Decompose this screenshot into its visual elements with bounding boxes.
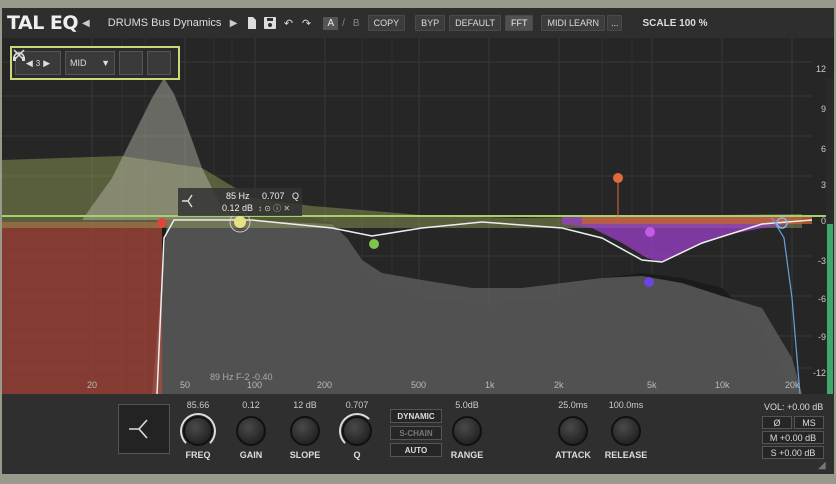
chevron-down-icon: ▼ bbox=[101, 58, 110, 68]
db-label: -6 bbox=[817, 294, 826, 304]
db-label: -3 bbox=[817, 256, 826, 266]
toolbar: TAL EQ ◀ DRUMS Bus Dynamics ▶ ↶ ↷ A / B … bbox=[2, 8, 834, 38]
filter-shape-icon bbox=[129, 419, 148, 439]
slope-label: SLOPE bbox=[289, 450, 321, 460]
slope-value: 12 dB bbox=[293, 400, 317, 410]
freq-label: 200 bbox=[317, 380, 333, 390]
fft-analysis-area bbox=[152, 220, 802, 394]
file-icon[interactable] bbox=[245, 16, 259, 30]
scale-selector[interactable]: SCALE 100 % bbox=[642, 18, 707, 29]
copy-button[interactable]: COPY bbox=[367, 15, 406, 31]
phase-invert-button[interactable]: Ø bbox=[762, 416, 792, 429]
band-node-yellow bbox=[234, 216, 246, 228]
freq-label: 20k bbox=[785, 380, 800, 390]
db-label: 6 bbox=[820, 144, 826, 154]
resize-handle-icon[interactable]: ◢ bbox=[818, 460, 826, 471]
output-meter-fill bbox=[827, 224, 833, 394]
tooltip-q-label: Q bbox=[292, 191, 300, 201]
undo-icon[interactable]: ↶ bbox=[281, 16, 295, 30]
output-volume[interactable]: VOL: +0.00 dB bbox=[764, 402, 823, 412]
plugin-frame: TAL EQ ◀ DRUMS Bus Dynamics ▶ ↶ ↷ A / B … bbox=[2, 8, 834, 474]
freq-label: 50 bbox=[180, 380, 191, 390]
save-icon[interactable] bbox=[263, 16, 277, 30]
db-label: 12 bbox=[815, 64, 826, 74]
band-tooltip: 85 Hz 0.707 Q 0.12 dB ↕ ⊙ ⓘ ✕ bbox=[178, 188, 302, 216]
attack-knob[interactable] bbox=[558, 416, 588, 446]
band-node-green bbox=[369, 239, 379, 249]
ab-toggle: A / B bbox=[323, 16, 364, 30]
release-knob[interactable] bbox=[611, 416, 641, 446]
freq-label: 20 bbox=[87, 380, 98, 390]
control-panel: 85.66 FREQ 0.12 GAIN 12 dB SLOPE 0.707 Q… bbox=[2, 394, 834, 474]
redo-icon[interactable]: ↷ bbox=[299, 16, 313, 30]
attack-value: 25.0ms bbox=[558, 400, 588, 410]
ab-divider: / bbox=[342, 17, 345, 29]
db-label: -12 bbox=[812, 368, 826, 378]
tooltip-freq: 85 Hz bbox=[226, 191, 250, 201]
freq-label: 5k bbox=[647, 380, 657, 390]
q-label: Q bbox=[353, 450, 361, 460]
range-value: 5.0dB bbox=[455, 400, 479, 410]
freq-value: 85.66 bbox=[186, 400, 210, 410]
ms-button[interactable]: MS bbox=[794, 416, 824, 429]
headphones-icon[interactable] bbox=[13, 51, 143, 75]
mid-gain[interactable]: M +0.00 dB bbox=[762, 431, 824, 444]
eq-graph bbox=[2, 38, 834, 394]
side-gain[interactable]: S +0.00 dB bbox=[762, 446, 824, 459]
sidechain-toggle[interactable]: S-CHAIN bbox=[390, 426, 442, 440]
default-button[interactable]: DEFAULT bbox=[449, 15, 501, 31]
freq-label: 500 bbox=[411, 380, 427, 390]
freq-label: 2k bbox=[554, 380, 564, 390]
fft-button[interactable]: FFT bbox=[504, 15, 534, 31]
band-node-blue bbox=[644, 277, 654, 287]
filter-type-selector[interactable] bbox=[118, 404, 170, 454]
attack-label: ATTACK bbox=[555, 450, 591, 460]
tooltip-q: 0.707 bbox=[262, 191, 285, 201]
logo: TAL EQ bbox=[7, 12, 79, 34]
cursor-readout: 89 Hz F-2 -0.40 bbox=[210, 372, 273, 382]
b-button[interactable]: B bbox=[349, 17, 364, 30]
db-label: 9 bbox=[820, 104, 826, 114]
tooltip-gain: 0.12 dB bbox=[222, 203, 254, 213]
gain-knob[interactable] bbox=[236, 416, 266, 446]
plugin-window: TAL EQ ◀ DRUMS Bus Dynamics ▶ ↶ ↷ A / B … bbox=[0, 0, 836, 484]
auto-toggle[interactable]: AUTO bbox=[390, 443, 442, 457]
freq-label: 1k bbox=[485, 380, 495, 390]
gain-label: GAIN bbox=[239, 450, 263, 460]
range-label: RANGE bbox=[450, 450, 484, 460]
q-knob[interactable] bbox=[342, 416, 372, 446]
close-icon[interactable] bbox=[13, 49, 171, 75]
freq-knob[interactable] bbox=[183, 416, 213, 446]
more-button[interactable]: ... bbox=[606, 15, 623, 31]
slope-knob[interactable] bbox=[290, 416, 320, 446]
q-value: 0.707 bbox=[345, 400, 369, 410]
db-label: 3 bbox=[820, 180, 826, 190]
freq-label: 10k bbox=[715, 380, 730, 390]
db-label: 0 bbox=[820, 216, 826, 226]
release-label: RELEASE bbox=[604, 450, 648, 460]
low-cut-region bbox=[2, 222, 162, 394]
band-prev-icon[interactable]: ◀ bbox=[26, 58, 33, 69]
band-next-icon[interactable]: ▶ bbox=[43, 58, 50, 69]
mode-value: MID bbox=[70, 58, 87, 68]
db-label: -9 bbox=[817, 332, 826, 342]
midi-learn-button[interactable]: MIDI LEARN bbox=[541, 15, 605, 31]
mode-dropdown[interactable]: MID ▼ bbox=[65, 51, 115, 75]
tooltip-tools-icon[interactable]: ↕ ⊙ ⓘ ✕ bbox=[258, 203, 290, 214]
release-value: 100.0ms bbox=[608, 400, 644, 410]
dynamic-toggle[interactable]: DYNAMIC bbox=[390, 409, 442, 423]
range-knob[interactable] bbox=[452, 416, 482, 446]
band-node-purple bbox=[645, 227, 655, 237]
preset-next-icon[interactable]: ▶ bbox=[230, 18, 238, 29]
bypass-button[interactable]: BYP bbox=[415, 15, 446, 31]
eq-display[interactable]: 12 9 6 3 0 -3 -6 -9 -12 20 50 100 200 50… bbox=[2, 38, 834, 394]
band-selector-panel: ◀ 3 ▶ MID ▼ bbox=[10, 46, 180, 80]
gain-value: 0.12 bbox=[242, 400, 260, 410]
band-node-red bbox=[157, 218, 167, 228]
preset-name[interactable]: DRUMS Bus Dynamics bbox=[108, 17, 226, 29]
freq-label: FREQ bbox=[185, 450, 211, 460]
a-button[interactable]: A bbox=[323, 16, 339, 30]
band-number: 3 bbox=[35, 58, 41, 68]
preset-prev-icon[interactable]: ◀ bbox=[82, 18, 90, 29]
